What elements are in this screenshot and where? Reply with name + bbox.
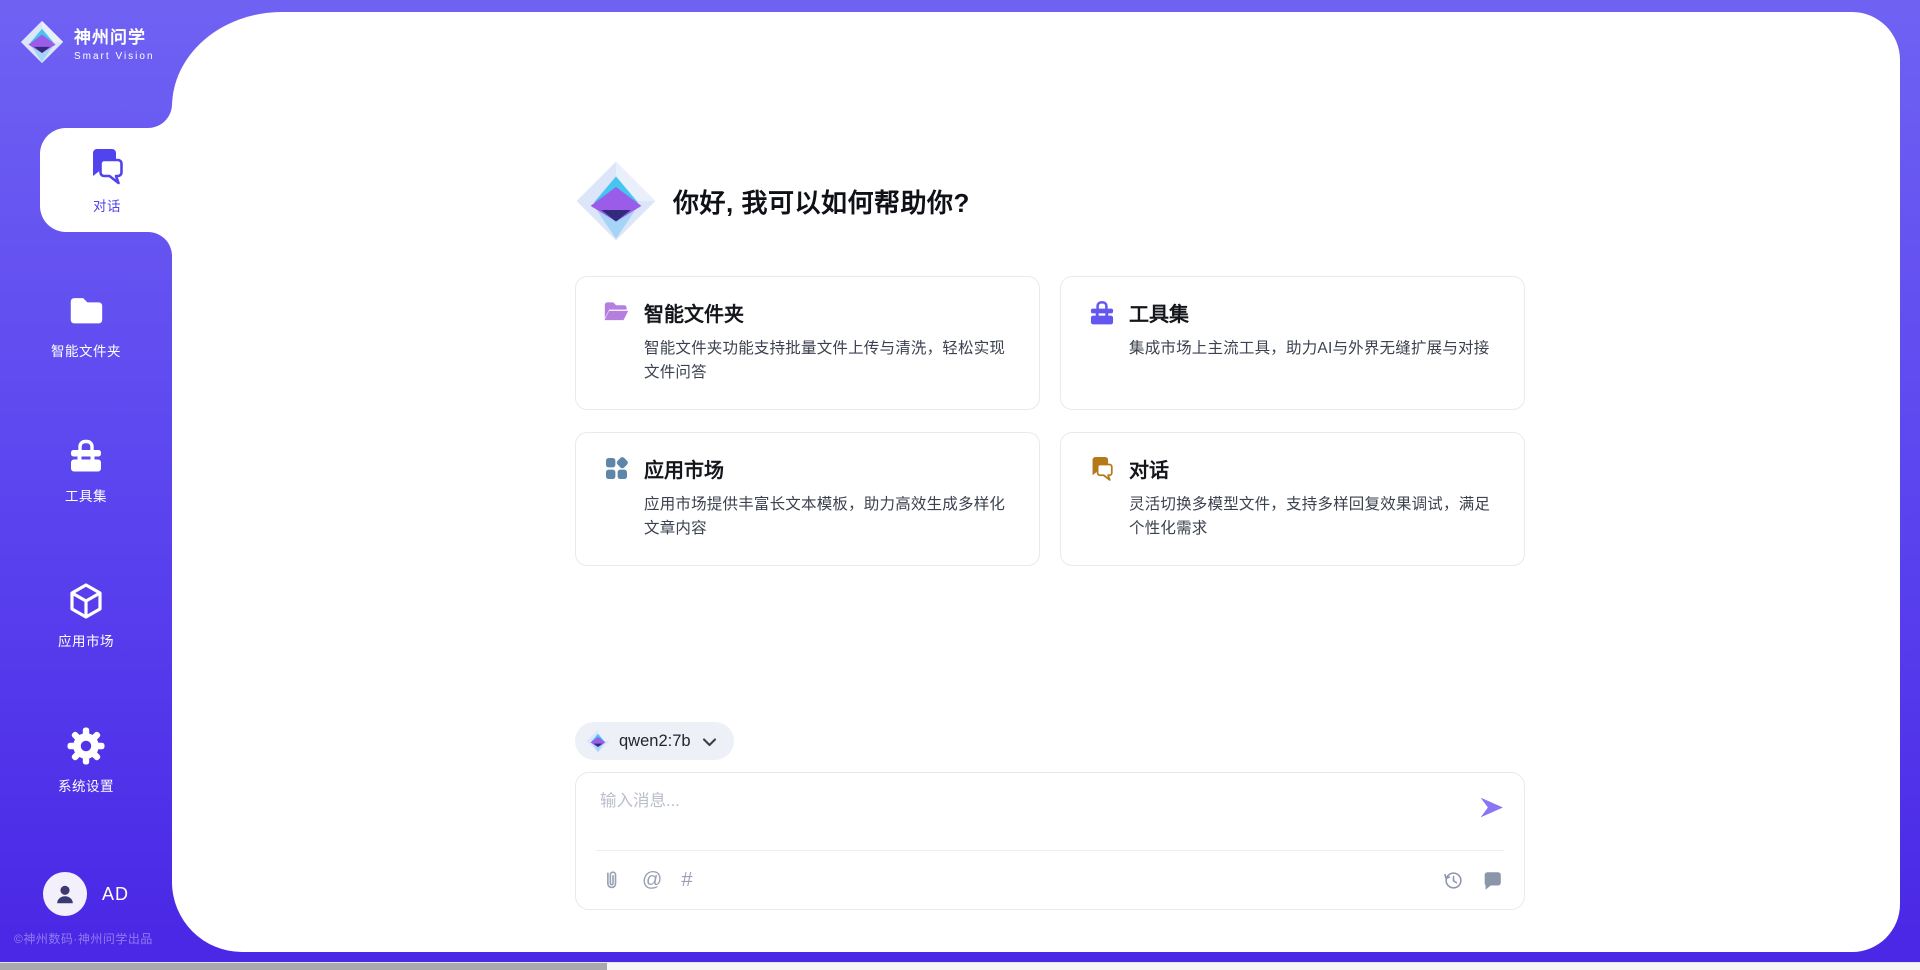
model-name: qwen2:7b [619,732,691,751]
sidebar-item-smart-folder[interactable]: 智能文件夹 [0,273,172,377]
brand-subtitle: Smart Vision [74,51,155,62]
send-icon[interactable] [1478,794,1505,821]
toolbox-icon [65,436,107,476]
composer-toolbar: @ # [600,851,1504,909]
avatar [43,872,87,916]
model-selector[interactable]: qwen2:7b [575,722,734,760]
sidebar-item-app-market[interactable]: 应用市场 [0,563,172,667]
scrollbar-thumb[interactable] [0,963,607,970]
brand-name: 神州问学 [74,23,155,48]
sidebar-item-label: 工具集 [65,485,107,505]
card-description: 灵活切换多模型文件，支持多样回复效果调试，满足个性化需求 [1129,493,1498,541]
copyright-text: ©神州数码·神州问学出品 [14,930,174,947]
brand-diamond-icon [586,729,610,753]
attachment-icon[interactable] [600,869,623,892]
cube-icon [65,581,107,621]
toolbox-icon [1087,299,1116,327]
chat-bubble-icon[interactable] [1481,869,1504,892]
card-smart-folder[interactable]: 智能文件夹 智能文件夹功能支持批量文件上传与清洗，轻松实现文件问答 [575,276,1040,410]
card-title: 工具集 [1129,298,1189,327]
greeting-title: 你好, 我可以如何帮助你? [673,183,970,220]
sidebar: 神州问学 Smart Vision 对话 智能文件夹 工具集 应用市场 系统设置 [0,0,172,970]
feature-cards: 智能文件夹 智能文件夹功能支持批量文件上传与清洗，轻松实现文件问答 工具集 集成… [575,276,1525,566]
sidebar-item-label: 智能文件夹 [51,340,121,360]
card-description: 集成市场上主流工具，助力AI与外界无缝扩展与对接 [1129,337,1498,361]
user-profile[interactable]: AD [0,872,172,916]
brand-diamond-icon [20,20,64,64]
sidebar-item-label: 对话 [93,195,121,215]
sidebar-item-settings[interactable]: 系统设置 [0,708,172,812]
person-icon [52,881,78,907]
chevron-down-icon [700,733,719,749]
history-icon[interactable] [1442,869,1465,892]
card-chat[interactable]: 对话 灵活切换多模型文件，支持多样回复效果调试，满足个性化需求 [1060,432,1525,566]
card-app-market[interactable]: 应用市场 应用市场提供丰富长文本模板，助力高效生成多样化文章内容 [575,432,1040,566]
active-tab-curve-top [148,104,172,128]
message-input-box: @ # [575,772,1525,910]
greeting-block: 你好, 我可以如何帮助你? [575,160,1525,242]
card-description: 智能文件夹功能支持批量文件上传与清洗，轻松实现文件问答 [644,337,1013,385]
category-icon [602,455,631,483]
mention-icon[interactable]: @ [642,870,662,890]
main-panel: 你好, 我可以如何帮助你? 智能文件夹 智能文件夹功能支持批量文件上传与清洗，轻… [172,12,1900,952]
gear-icon [65,726,107,766]
card-toolset[interactable]: 工具集 集成市场上主流工具，助力AI与外界无缝扩展与对接 [1060,276,1525,410]
chat-icon [1087,455,1116,483]
user-name: AD [102,884,129,905]
sidebar-item-toolset[interactable]: 工具集 [0,418,172,522]
sidebar-item-label: 系统设置 [58,775,114,795]
active-tab-curve-bottom [148,232,172,256]
message-input[interactable] [600,787,1460,843]
sidebar-item-label: 应用市场 [58,630,114,650]
brand-diamond-icon [575,160,657,242]
folder-icon [65,291,107,331]
chat-icon [86,146,128,186]
hashtag-icon[interactable]: # [681,870,692,890]
card-title: 智能文件夹 [644,298,744,327]
horizontal-scrollbar[interactable] [0,962,1920,970]
sidebar-item-chat[interactable]: 对话 [40,128,174,232]
brand: 神州问学 Smart Vision [20,20,155,64]
app-window: 你好, 我可以如何帮助你? 智能文件夹 智能文件夹功能支持批量文件上传与清洗，轻… [0,0,1920,970]
chat-composer-area: qwen2:7b @ # [575,722,1525,910]
card-title: 应用市场 [644,454,724,483]
card-description: 应用市场提供丰富长文本模板，助力高效生成多样化文章内容 [644,493,1013,541]
folder-open-icon [602,299,631,327]
card-title: 对话 [1129,454,1169,483]
